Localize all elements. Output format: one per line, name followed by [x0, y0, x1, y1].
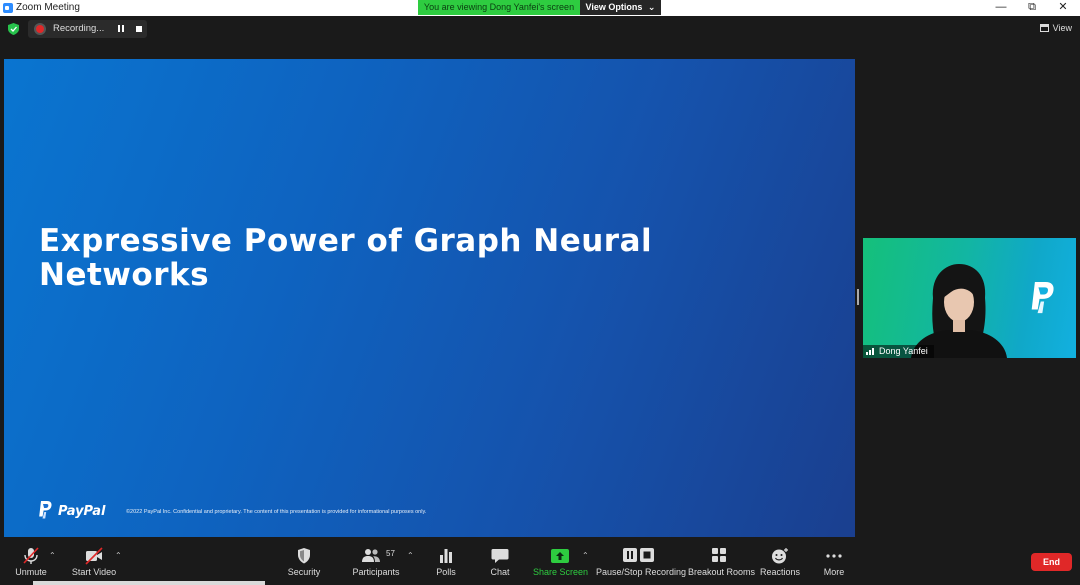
participants-icon — [361, 549, 380, 562]
share-screen-arrow-icon — [551, 549, 569, 563]
pause-recording-icon[interactable] — [117, 25, 125, 33]
shared-screen: Expressive Power of Graph Neural Network… — [4, 59, 855, 537]
window-title: Zoom Meeting — [16, 2, 80, 13]
pause-stop-recording-button[interactable]: Pause/Stop Recording — [596, 541, 687, 581]
start-video-label: Start Video — [71, 567, 117, 577]
share-options-caret-icon[interactable]: ⌃ — [582, 551, 589, 560]
breakout-rooms-grid-icon — [712, 548, 726, 562]
security-button[interactable]: Security — [282, 541, 326, 581]
participants-button[interactable]: Participants — [350, 541, 402, 581]
close-button[interactable]: ✕ — [1048, 0, 1078, 16]
paypal-wordmark: PayPal — [58, 504, 106, 519]
breakout-rooms-label: Breakout Rooms — [688, 567, 756, 577]
paypal-p-icon — [39, 501, 52, 519]
participant-video-tile[interactable]: Dong Yanfei — [863, 238, 1076, 358]
chevron-down-icon: ⌄ — [647, 2, 656, 12]
unmute-button[interactable]: Unmute — [8, 541, 54, 581]
microphone-muted-icon — [23, 547, 39, 564]
more-button[interactable]: More — [816, 541, 852, 581]
end-meeting-button[interactable]: End — [1031, 553, 1072, 571]
video-options-caret-icon[interactable]: ⌃ — [115, 551, 122, 560]
view-grid-icon — [1039, 24, 1049, 32]
recording-dot-icon — [36, 25, 44, 33]
polls-label: Polls — [436, 567, 456, 577]
video-camera-off-icon — [85, 547, 103, 565]
encryption-shield-icon[interactable] — [8, 23, 19, 35]
participant-video-person — [911, 264, 1007, 358]
participant-name: Dong Yanfei — [879, 346, 928, 356]
stop-recording-icon[interactable] — [136, 26, 142, 32]
meeting-toolbar: Unmute ⌃ Start Video ⌃ Security Particip… — [0, 541, 1080, 585]
view-options-button[interactable]: View Options ⌄ — [580, 0, 661, 15]
reactions-smiley-icon — [772, 548, 788, 564]
pause-stop-recording-label: Pause/Stop Recording — [596, 567, 687, 577]
view-options-label: View Options — [585, 2, 643, 12]
reactions-button[interactable]: Reactions — [758, 541, 802, 581]
panel-resize-handle[interactable] — [857, 289, 859, 305]
breakout-rooms-button[interactable]: Breakout Rooms — [688, 541, 756, 581]
slide-footer: ©2022 PayPal Inc. Confidential and propr… — [126, 509, 427, 515]
reactions-label: Reactions — [759, 567, 801, 577]
chat-button[interactable]: Chat — [482, 541, 518, 581]
more-dots-icon — [826, 554, 842, 558]
view-label: View — [1052, 23, 1072, 33]
restore-button[interactable]: ⧉ — [1017, 0, 1047, 16]
share-screen-button[interactable]: Share Screen — [533, 541, 589, 581]
connection-signal-icon — [866, 347, 876, 355]
more-label: More — [823, 567, 845, 577]
chat-bubble-icon — [491, 549, 509, 563]
participants-label: Participants — [352, 567, 400, 577]
start-video-button[interactable]: Start Video — [68, 541, 120, 581]
pause-stop-recording-icon — [623, 548, 654, 562]
share-screen-label: Share Screen — [533, 567, 589, 577]
security-label: Security — [287, 567, 321, 577]
zoom-app-icon — [3, 3, 13, 13]
viewing-banner: You are viewing Dong Yanfei's screen — [418, 0, 580, 15]
paypal-p-icon — [1031, 282, 1054, 314]
security-shield-icon — [298, 548, 310, 564]
chat-label: Chat — [490, 567, 510, 577]
polls-bar-chart-icon — [440, 549, 452, 563]
slide-title: Expressive Power of Graph Neural Network… — [39, 223, 653, 293]
bottom-edge-bar — [33, 581, 265, 585]
recording-indicator: Recording... — [28, 20, 147, 38]
view-button[interactable]: View — [1039, 23, 1072, 33]
participants-caret-icon[interactable]: ⌃ — [407, 551, 414, 560]
polls-button[interactable]: Polls — [428, 541, 464, 581]
audio-options-caret-icon[interactable]: ⌃ — [49, 551, 56, 560]
recording-label: Recording... — [53, 23, 105, 34]
unmute-label: Unmute — [15, 567, 47, 577]
minimize-button[interactable]: — — [986, 0, 1016, 16]
participants-count: 57 — [386, 549, 395, 558]
participant-name-tag: Dong Yanfei — [863, 345, 934, 358]
